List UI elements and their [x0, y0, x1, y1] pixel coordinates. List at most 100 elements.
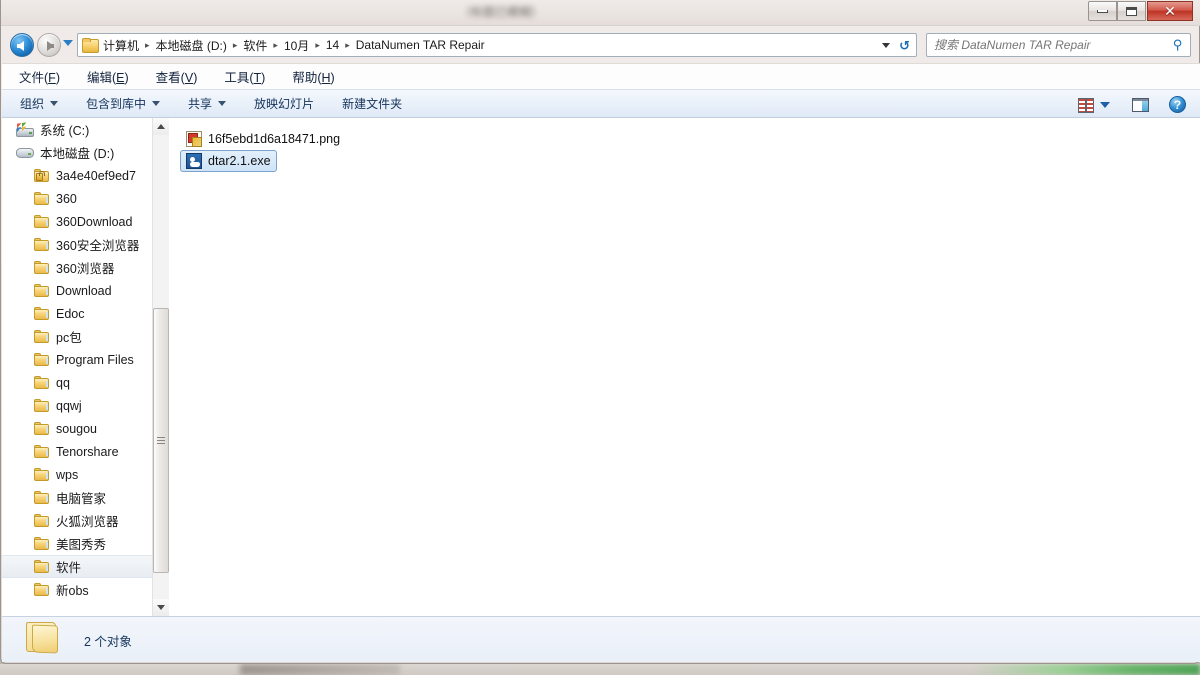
- menu-item-help[interactable]: 帮助(H): [289, 65, 337, 88]
- slideshow-button[interactable]: 放映幻灯片: [254, 95, 314, 112]
- sidebar-item-system-c[interactable]: 系统 (C:): [2, 118, 152, 141]
- refresh-icon[interactable]: ↺: [899, 38, 910, 54]
- folder-icon: [82, 38, 99, 53]
- sidebar-item-label: 360Download: [56, 214, 133, 229]
- folder-icon: [34, 421, 50, 436]
- sidebar-item-label: 系统 (C:): [40, 124, 90, 138]
- sidebar-item-label: Edoc: [56, 306, 85, 321]
- sidebar-item-pc-manager[interactable]: 电脑管家: [2, 486, 152, 509]
- sidebar-item-label: wps: [56, 467, 79, 482]
- sidebar-item-label: sougou: [56, 421, 98, 436]
- chevron-down-icon: [50, 101, 59, 106]
- sidebar-item-download[interactable]: Download: [2, 279, 152, 302]
- address-bar[interactable]: 计算机 ▸ 本地磁盘 (D:) ▸ 软件 ▸ 10月 ▸ 14 ▸ DataNu…: [77, 33, 917, 57]
- chevron-down-icon: [152, 101, 161, 106]
- folder-icon: [34, 260, 50, 275]
- application-file-icon: [186, 153, 202, 169]
- forward-button[interactable]: [37, 33, 61, 57]
- sidebar-item-label: 3a4e40ef9ed7: [56, 168, 136, 183]
- view-options-icon[interactable]: [1078, 98, 1094, 113]
- sidebar-item-firefox[interactable]: 火狐浏览器: [2, 509, 152, 532]
- sidebar-item-wps[interactable]: wps: [2, 463, 152, 486]
- breadcrumb-separator: ▸: [273, 39, 278, 50]
- sidebar-item-label: 本地磁盘 (D:): [40, 147, 115, 161]
- sidebar-item-label: 360: [56, 191, 77, 206]
- breadcrumb-item-2[interactable]: 软件: [241, 36, 269, 55]
- breadcrumb-item-0[interactable]: 计算机: [101, 36, 141, 55]
- menu-item-view[interactable]: 查看(V): [153, 65, 201, 88]
- folder-icon: [34, 237, 50, 252]
- close-icon: ✕: [1164, 3, 1176, 19]
- arrow-left-icon: [17, 41, 24, 51]
- maximize-button[interactable]: [1117, 1, 1146, 21]
- minimize-button[interactable]: [1088, 1, 1117, 21]
- sidebar-item-tenorshare[interactable]: Tenorshare: [2, 440, 152, 463]
- recent-locations-button[interactable]: [63, 40, 73, 46]
- scroll-down-button[interactable]: [153, 599, 169, 616]
- back-button[interactable]: [10, 33, 34, 57]
- sidebar-item-label: 360安全浏览器: [56, 239, 140, 253]
- maximize-icon: [1126, 6, 1137, 16]
- sidebar-item-new-obs[interactable]: 新obs: [2, 578, 152, 601]
- scroll-up-button[interactable]: [153, 118, 169, 135]
- sidebar-item-qqwj[interactable]: qqwj: [2, 394, 152, 417]
- sidebar-item-360download[interactable]: 360Download: [2, 210, 152, 233]
- image-file-icon: [186, 131, 202, 147]
- include-in-library-button[interactable]: 包含到库中: [86, 95, 161, 112]
- sidebar-item-label: 新obs: [56, 584, 89, 598]
- help-icon[interactable]: ?: [1169, 96, 1186, 113]
- share-label: 共享: [188, 97, 213, 111]
- taskbar[interactable]: [0, 664, 1200, 675]
- new-folder-button[interactable]: 新建文件夹: [342, 95, 402, 112]
- sidebar-item-360-safe-browser[interactable]: 360安全浏览器: [2, 233, 152, 256]
- sidebar-item-label: qq: [56, 375, 70, 390]
- chevron-down-icon[interactable]: [1100, 101, 1110, 108]
- search-box[interactable]: ⚲: [926, 33, 1191, 57]
- sidebar-item-software[interactable]: 软件: [2, 555, 152, 578]
- organize-button[interactable]: 组织: [20, 95, 59, 112]
- breadcrumb-item-5[interactable]: DataNumen TAR Repair: [354, 37, 487, 53]
- command-bar: 组织 包含到库中 共享 放映幻灯片 新建文件夹 ?: [2, 89, 1200, 118]
- close-button[interactable]: ✕: [1147, 1, 1193, 21]
- navigation-scrollbar[interactable]: [152, 118, 169, 616]
- preview-pane-icon[interactable]: [1132, 97, 1149, 112]
- file-name: 16f5ebd1d6a18471.png: [208, 132, 341, 146]
- breadcrumb-item-1[interactable]: 本地磁盘 (D:): [154, 36, 229, 55]
- menu-item-file[interactable]: 文件(F): [16, 65, 63, 88]
- share-button[interactable]: 共享: [188, 95, 227, 112]
- sidebar-item-3a4e40ef9ed7[interactable]: 3a4e40ef9ed7: [2, 164, 152, 187]
- sidebar-item-meitu[interactable]: 美图秀秀: [2, 532, 152, 555]
- sidebar-item-program-files[interactable]: Program Files: [2, 348, 152, 371]
- list-item[interactable]: 16f5ebd1d6a18471.png: [180, 128, 346, 150]
- title-bar: （标题已模糊） ✕: [1, 0, 1200, 26]
- navigation-pane[interactable]: 系统 (C:) 本地磁盘 (D:) 3a4e40ef9ed7 360 360Do…: [2, 118, 152, 616]
- grip-icon: [157, 437, 165, 444]
- sidebar-item-360[interactable]: 360: [2, 187, 152, 210]
- taskbar-items[interactable]: [240, 664, 400, 675]
- menu-item-tools[interactable]: 工具(T): [221, 65, 268, 88]
- sidebar-item-edoc[interactable]: Edoc: [2, 302, 152, 325]
- chevron-down-icon[interactable]: [882, 43, 890, 48]
- folder-icon: [34, 398, 50, 413]
- folder-icon: [34, 283, 50, 298]
- sidebar-item-sougou[interactable]: sougou: [2, 417, 152, 440]
- folder-icon: [34, 329, 50, 344]
- arrow-down-icon: [157, 605, 165, 610]
- sidebar-item-qq[interactable]: qq: [2, 371, 152, 394]
- folder-icon: [34, 214, 50, 229]
- menu-bar: 文件(F) 编辑(E) 查看(V) 工具(T) 帮助(H): [2, 63, 1200, 89]
- menu-item-edit[interactable]: 编辑(E): [84, 65, 132, 88]
- search-input[interactable]: [927, 37, 1174, 53]
- taskbar-tray[interactable]: [970, 664, 1200, 675]
- sidebar-item-pc-bao[interactable]: pc包: [2, 325, 152, 348]
- scrollbar-thumb[interactable]: [153, 308, 169, 573]
- breadcrumb-item-4[interactable]: 14: [324, 37, 341, 53]
- sidebar-item-360-browser[interactable]: 360浏览器: [2, 256, 152, 279]
- chevron-down-icon: [218, 101, 227, 106]
- list-item[interactable]: dtar2.1.exe: [180, 150, 277, 172]
- sidebar-item-local-disk-d[interactable]: 本地磁盘 (D:): [2, 141, 152, 164]
- search-icon[interactable]: ⚲: [1173, 37, 1183, 53]
- breadcrumb-item-3[interactable]: 10月: [282, 36, 311, 55]
- file-list[interactable]: 16f5ebd1d6a18471.png dtar2.1.exe: [170, 118, 1200, 616]
- sidebar-item-label: 软件: [56, 561, 82, 575]
